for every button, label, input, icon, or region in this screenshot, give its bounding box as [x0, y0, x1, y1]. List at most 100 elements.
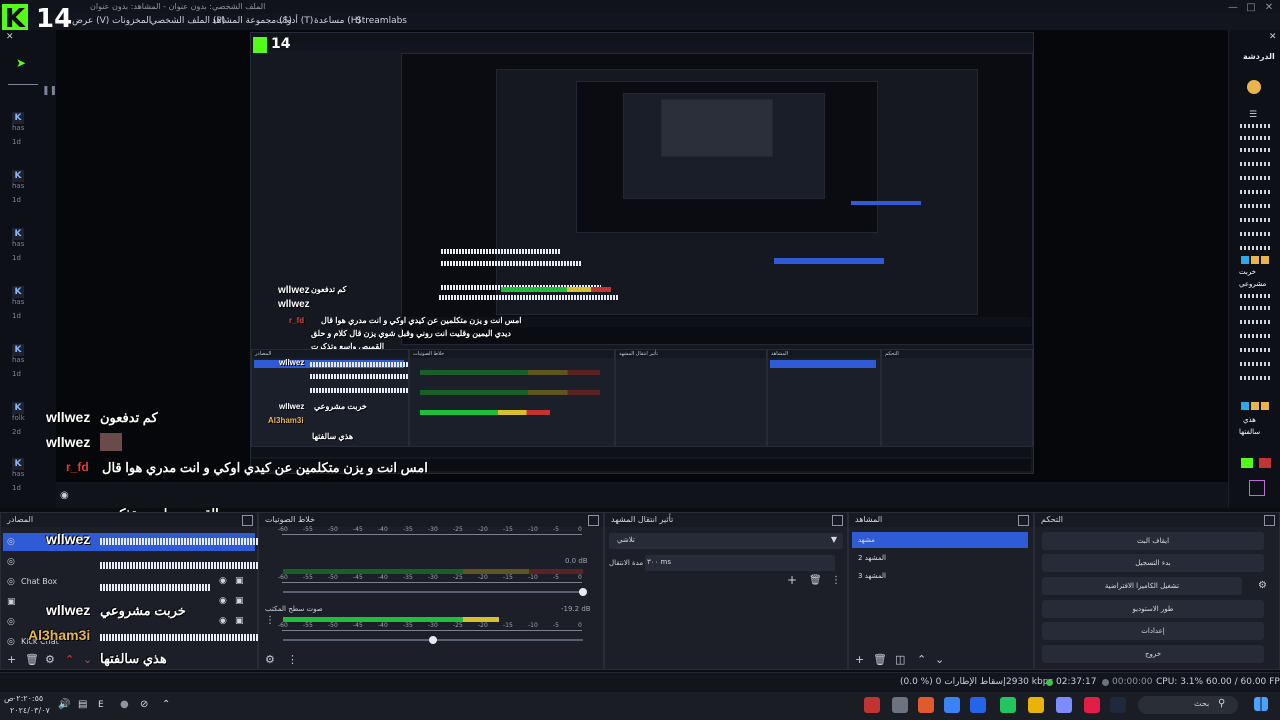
- stream-health-icon: [1046, 679, 1053, 686]
- chat-message: امس انت و يزن متكلمين عن كيدي اوكي و انت…: [102, 460, 428, 475]
- pause-icon[interactable]: ❚❚: [42, 86, 57, 96]
- scene-item[interactable]: مشهد: [852, 532, 1028, 548]
- list-item[interactable]: K has 1d: [12, 112, 24, 146]
- menu-streamlabs[interactable]: Streamlabs: [356, 16, 407, 26]
- add-source-icon[interactable]: +: [7, 653, 16, 666]
- virtual-camera-button[interactable]: تشغيل الكاميرا الافتراضية: [1042, 577, 1242, 595]
- chevron-down-icon: ▼: [830, 535, 837, 544]
- menu-view[interactable]: عرض (V): [72, 16, 109, 26]
- list-item[interactable]: K folk 2d: [12, 402, 25, 436]
- tray-expand-icon[interactable]: ⌃: [162, 699, 170, 710]
- move-up-icon[interactable]: ⌃: [917, 653, 926, 666]
- dock-popout-icon[interactable]: [242, 515, 253, 526]
- lock-icon[interactable]: ▣: [235, 576, 244, 586]
- visibility-eye-icon[interactable]: ◉: [219, 576, 227, 586]
- volume-icon[interactable]: 🔊: [58, 699, 70, 710]
- app-icon[interactable]: [892, 697, 908, 713]
- browser-source-icon: ◎: [7, 577, 15, 587]
- scale-tick-label: -60: [278, 622, 288, 629]
- volume-knob[interactable]: [429, 636, 437, 644]
- dock-popout-icon[interactable]: [832, 515, 843, 526]
- remove-scene-icon[interactable]: 🗑: [873, 653, 887, 666]
- gift-icon[interactable]: [1259, 458, 1271, 468]
- xbox-icon[interactable]: [1000, 697, 1016, 713]
- transition-select[interactable]: تلاشي ▼: [609, 533, 843, 549]
- close-icon[interactable]: ✕: [1260, 2, 1278, 14]
- move-down-icon[interactable]: ⌄: [83, 653, 92, 666]
- folder-icon[interactable]: [1028, 697, 1044, 713]
- remove-source-icon[interactable]: 🗑: [25, 653, 39, 666]
- settings-button[interactable]: إعدادات: [1042, 622, 1264, 640]
- mixer-menu-icon[interactable]: ⋮: [287, 653, 298, 666]
- send-icon[interactable]: ➤: [16, 56, 26, 70]
- menu-tools[interactable]: أدوات (T): [276, 16, 313, 26]
- clock-time[interactable]: ٠٢:٢٠:٥٥: [12, 694, 43, 703]
- chat-dock-message: سالفتها: [1239, 428, 1261, 436]
- network-icon[interactable]: ▤: [78, 699, 87, 710]
- virtual-camera-settings-icon[interactable]: ⚙: [1258, 580, 1267, 591]
- nested-chat-user: Al3ham3i: [268, 416, 304, 425]
- visibility-eye-icon[interactable]: ◉: [219, 616, 227, 626]
- add-scene-icon[interactable]: +: [855, 653, 864, 666]
- app-icon[interactable]: [1110, 697, 1126, 713]
- list-item[interactable]: K has 1d: [12, 344, 24, 378]
- streamlabs-icon[interactable]: [1056, 697, 1072, 713]
- volume-slider[interactable]: [283, 591, 583, 593]
- taskbar-search[interactable]: بحث ⚲: [1138, 696, 1238, 714]
- scale-tick-label: -40: [378, 622, 388, 629]
- discord-icon[interactable]: [944, 697, 960, 713]
- lock-icon[interactable]: ▣: [235, 596, 244, 606]
- dock-popout-icon[interactable]: [1264, 515, 1275, 526]
- kick-icon[interactable]: [1241, 458, 1253, 468]
- maximize-icon[interactable]: □: [1242, 2, 1260, 14]
- language-indicator[interactable]: E: [98, 700, 104, 710]
- chat-line: [1240, 334, 1270, 338]
- minimize-icon[interactable]: —: [1224, 2, 1242, 14]
- stop-stream-button[interactable]: ايقاف البث: [1042, 532, 1264, 550]
- duration-field[interactable]: ٣٠٠ ms: [645, 555, 835, 571]
- camera-icon[interactable]: ◉: [60, 490, 69, 501]
- exit-button[interactable]: خروج: [1042, 645, 1264, 663]
- source-settings-icon[interactable]: ⚙: [45, 653, 55, 666]
- chrome-icon[interactable]: [970, 697, 986, 713]
- dock-close-icon[interactable]: ✕: [6, 32, 14, 42]
- clock-date[interactable]: ٢٠٢٤/٠٣/٠٧: [10, 706, 50, 715]
- lock-icon[interactable]: ▣: [235, 616, 244, 626]
- scene-item[interactable]: المشهد 2: [852, 550, 1028, 566]
- scene-filter-icon[interactable]: ◫: [895, 653, 905, 666]
- scene-item[interactable]: المشهد 3: [852, 568, 1028, 584]
- tray-icon[interactable]: ⊘: [140, 699, 148, 710]
- dock-popout-icon[interactable]: [588, 515, 599, 526]
- dock-popout-icon[interactable]: [1018, 515, 1029, 526]
- start-recording-button[interactable]: بدء التسجيل: [1042, 554, 1264, 572]
- menu-icon[interactable]: ☰: [1249, 110, 1257, 120]
- display-capture-icon: ▣: [7, 597, 16, 607]
- transition-menu-icon[interactable]: ⋮: [831, 575, 841, 586]
- list-item[interactable]: K has 1d: [12, 458, 24, 492]
- dock-close-icon[interactable]: ✕: [1269, 32, 1277, 42]
- mic-icon[interactable]: ●: [120, 699, 129, 710]
- emote-icon[interactable]: [1249, 480, 1265, 496]
- move-up-icon[interactable]: ⌃: [65, 653, 74, 666]
- volume-knob[interactable]: [579, 588, 587, 596]
- studio-mode-button[interactable]: طور الاستوديو: [1042, 600, 1264, 618]
- youtube-icon[interactable]: [1084, 697, 1100, 713]
- list-item[interactable]: K has 1d: [12, 286, 24, 320]
- brave-icon[interactable]: [918, 697, 934, 713]
- remove-transition-icon[interactable]: 🗑: [809, 575, 822, 586]
- add-transition-icon[interactable]: +: [787, 573, 797, 587]
- app-icon[interactable]: [864, 697, 880, 713]
- channel-menu-icon[interactable]: ⋮: [265, 615, 275, 626]
- chat-line: [1240, 124, 1270, 128]
- chat-avatar-icon: [1247, 80, 1261, 94]
- move-down-icon[interactable]: ⌄: [935, 653, 944, 666]
- scale-tick-label: -50: [328, 622, 338, 629]
- visibility-eye-icon[interactable]: ◉: [219, 596, 227, 606]
- menu-stocks[interactable]: المخزونات: [112, 16, 151, 26]
- list-item[interactable]: K has 1d: [12, 170, 24, 204]
- list-item[interactable]: K has 1d: [12, 228, 24, 262]
- menu-help[interactable]: مساعدة (H): [314, 16, 361, 26]
- windows-start-icon[interactable]: [1254, 697, 1268, 711]
- mixer-settings-icon[interactable]: ⚙: [265, 653, 275, 666]
- scale-tick-label: -45: [353, 574, 363, 581]
